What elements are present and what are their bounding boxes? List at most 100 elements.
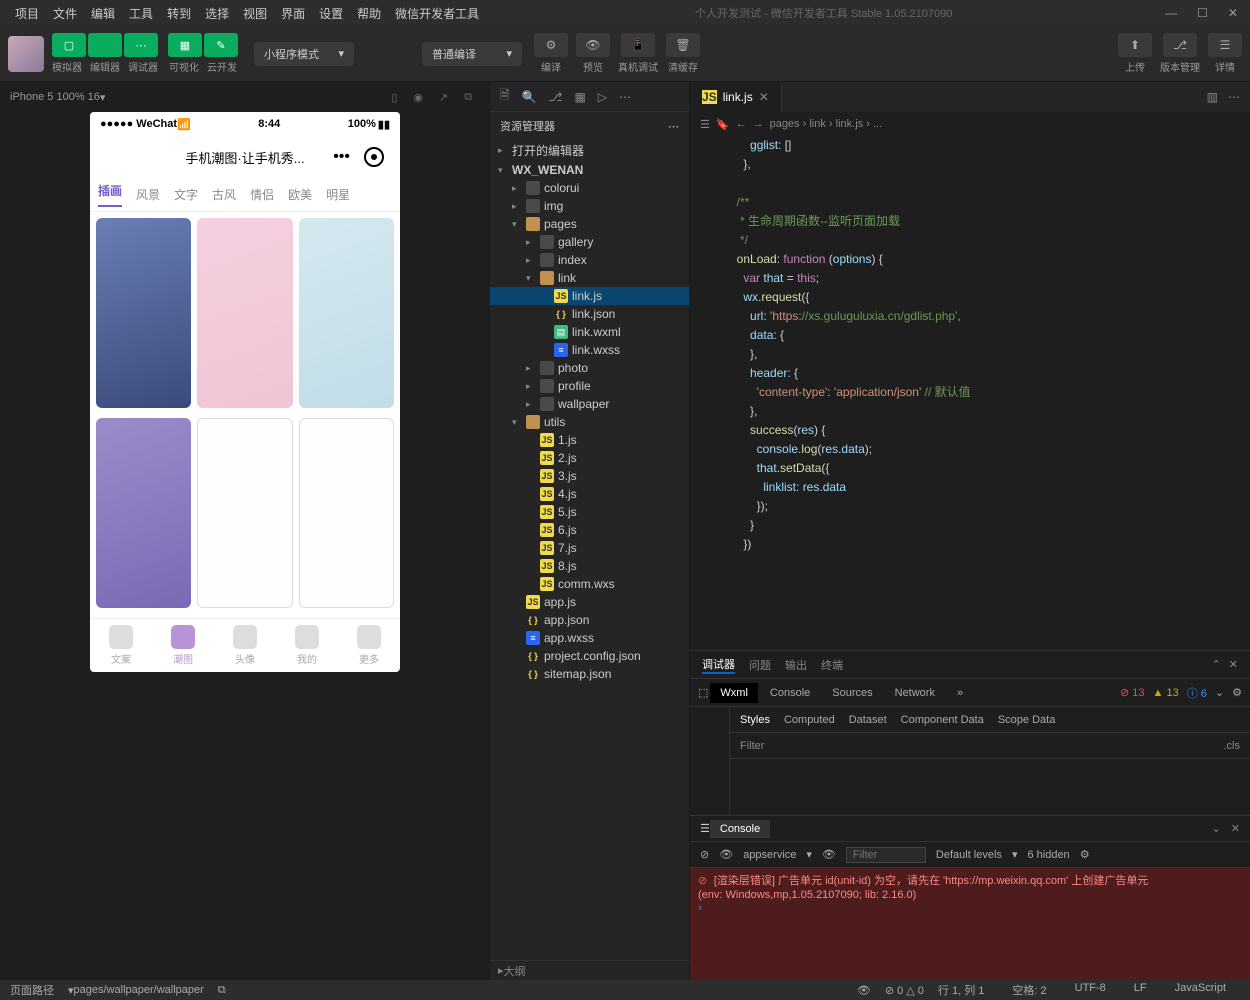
file-index[interactable]: ▸index xyxy=(490,251,689,269)
styles-tab[interactable]: Component Data xyxy=(901,714,984,726)
more-icon[interactable]: ⋯ xyxy=(1228,90,1240,104)
styles-tab[interactable]: Scope Data xyxy=(998,714,1055,726)
file-8.js[interactable]: JS8.js xyxy=(490,557,689,575)
action-真机调试[interactable]: 📱 xyxy=(621,33,655,57)
toolbar-button[interactable]: ⋯ xyxy=(124,33,158,57)
copy-icon[interactable]: ⧉ xyxy=(464,91,472,104)
console-tab[interactable]: Console xyxy=(710,820,770,838)
files-icon[interactable]: 🗎 xyxy=(500,86,510,107)
action-预览[interactable]: 👁 xyxy=(576,33,610,57)
levels-dropdown[interactable]: Default levels xyxy=(936,849,1002,861)
devtools-tab[interactable]: 调试器 xyxy=(702,656,735,674)
maximize-button[interactable]: ☐ xyxy=(1193,6,1212,20)
section-open-editors[interactable]: ▸打开的编辑器 xyxy=(490,140,689,161)
breadcrumb-item[interactable]: ... xyxy=(873,118,882,130)
category-tab[interactable]: 明星 xyxy=(326,186,350,203)
more-icon[interactable]: ⋯ xyxy=(668,120,679,133)
close-icon[interactable]: ✕ xyxy=(1231,822,1240,835)
status-item[interactable]: 空格: 2 xyxy=(1012,982,1046,998)
action-上传[interactable]: ⬆ xyxy=(1118,33,1152,57)
action-编译[interactable]: ⚙ xyxy=(534,33,568,57)
action-详情[interactable]: ☰ xyxy=(1208,33,1242,57)
ext-icon[interactable]: ▦ xyxy=(574,90,585,104)
collapse-icon[interactable]: ⌄ xyxy=(1215,686,1224,699)
file-link.js[interactable]: JSlink.js xyxy=(490,287,689,305)
search-icon[interactable]: 🔍 xyxy=(522,90,537,104)
wallpaper-thumb[interactable] xyxy=(299,218,394,408)
breadcrumb-item[interactable]: link xyxy=(809,118,826,130)
file-4.js[interactable]: JS4.js xyxy=(490,485,689,503)
eye-icon[interactable]: 👁 xyxy=(719,848,733,861)
file-gallery[interactable]: ▸gallery xyxy=(490,233,689,251)
styles-tab[interactable]: Dataset xyxy=(849,714,887,726)
action-清缓存[interactable]: 🗑 xyxy=(666,33,700,57)
category-tab[interactable]: 文字 xyxy=(174,186,198,203)
eye-icon[interactable]: 👁 xyxy=(822,848,836,861)
mode-dropdown[interactable]: 小程序模式▾ xyxy=(254,42,354,66)
wallpaper-thumb[interactable] xyxy=(197,418,292,608)
breadcrumb-item[interactable]: pages xyxy=(770,118,800,130)
hidden-count[interactable]: 6 hidden xyxy=(1027,849,1069,861)
category-tab[interactable]: 古风 xyxy=(212,186,236,203)
file-img[interactable]: ▸img xyxy=(490,197,689,215)
menu-编辑[interactable]: 编辑 xyxy=(84,7,122,21)
tabbar-item[interactable]: 我的 xyxy=(276,619,338,672)
menu-选择[interactable]: 选择 xyxy=(198,7,236,21)
close-icon[interactable]: ✕ xyxy=(1229,658,1238,671)
devtools-tab[interactable]: 终端 xyxy=(821,657,843,673)
file-photo[interactable]: ▸photo xyxy=(490,359,689,377)
menu-工具[interactable]: 工具 xyxy=(122,7,160,21)
menu-视图[interactable]: 视图 xyxy=(236,7,274,21)
file-project.config.json[interactable]: { }project.config.json xyxy=(490,647,689,665)
git-icon[interactable]: ⎇ xyxy=(549,90,563,104)
page-path-label[interactable]: 页面路径 xyxy=(10,982,54,998)
inspect-icon[interactable]: ⬚ xyxy=(698,686,708,699)
file-link.json[interactable]: { }link.json xyxy=(490,305,689,323)
tabbar-item[interactable]: 更多 xyxy=(338,619,400,672)
back-icon[interactable]: ← xyxy=(736,118,747,130)
record-icon[interactable]: ◉ xyxy=(413,91,423,104)
file-colorui[interactable]: ▸colorui xyxy=(490,179,689,197)
file-2.js[interactable]: JS2.js xyxy=(490,449,689,467)
file-7.js[interactable]: JS7.js xyxy=(490,539,689,557)
tabbar-item[interactable]: 文案 xyxy=(90,619,152,672)
devtools-subtab[interactable]: Console xyxy=(760,683,820,703)
file-app.json[interactable]: { }app.json xyxy=(490,611,689,629)
category-tab[interactable]: 插画 xyxy=(98,182,122,207)
toolbar-button[interactable] xyxy=(88,33,122,57)
more-icon[interactable]: » xyxy=(947,683,973,703)
console-output[interactable]: ⊘ [渲染层错误] 广告单元 id(unit-id) 为空，请先在 'https… xyxy=(690,868,1250,980)
status-item[interactable]: UTF-8 xyxy=(1075,982,1106,998)
devtools-tab[interactable]: 问题 xyxy=(749,657,771,673)
cls-toggle[interactable]: .cls xyxy=(1224,740,1241,752)
file-link.wxml[interactable]: ▤link.wxml xyxy=(490,323,689,341)
file-app.js[interactable]: JSapp.js xyxy=(490,593,689,611)
bookmark-icon[interactable]: 🔖 xyxy=(716,118,730,131)
category-tab[interactable]: 情侣 xyxy=(250,186,274,203)
menu-文件[interactable]: 文件 xyxy=(46,7,84,21)
file-link[interactable]: ▾link xyxy=(490,269,689,287)
problems-count[interactable]: ⊘ 0 △ 0 xyxy=(885,984,924,997)
styles-tab[interactable]: Computed xyxy=(784,714,835,726)
menu-帮助[interactable]: 帮助 xyxy=(350,7,388,21)
context-dropdown[interactable]: appservice xyxy=(743,849,796,861)
menu-界面[interactable]: 界面 xyxy=(274,7,312,21)
minimize-button[interactable]: — xyxy=(1161,6,1181,20)
gear-icon[interactable]: ⚙ xyxy=(1232,686,1242,699)
toolbar-button[interactable]: ✎ xyxy=(204,33,238,57)
code-editor[interactable]: gglist: [] }, /** * 生命周期函数--监听页面加载 */ on… xyxy=(690,136,1250,650)
file-utils[interactable]: ▾utils xyxy=(490,413,689,431)
file-sitemap.json[interactable]: { }sitemap.json xyxy=(490,665,689,683)
menu-转到[interactable]: 转到 xyxy=(160,7,198,21)
chevron-up-icon[interactable]: ⌃ xyxy=(1212,658,1221,671)
styles-filter[interactable]: Filter xyxy=(740,740,764,752)
warn-count[interactable]: ▲ 13 xyxy=(1153,687,1179,699)
status-item[interactable]: 行 1, 列 1 xyxy=(938,982,984,998)
file-link.wxss[interactable]: ≡link.wxss xyxy=(490,341,689,359)
clear-icon[interactable]: ⊘ xyxy=(700,848,709,861)
wallpaper-thumb[interactable] xyxy=(96,218,191,408)
editor-tab[interactable]: JS link.js ✕ xyxy=(690,82,782,112)
action-版本管理[interactable]: ⎇ xyxy=(1163,33,1197,57)
toolbar-button[interactable]: ▦ xyxy=(168,33,202,57)
styles-tab[interactable]: Styles xyxy=(740,714,770,726)
